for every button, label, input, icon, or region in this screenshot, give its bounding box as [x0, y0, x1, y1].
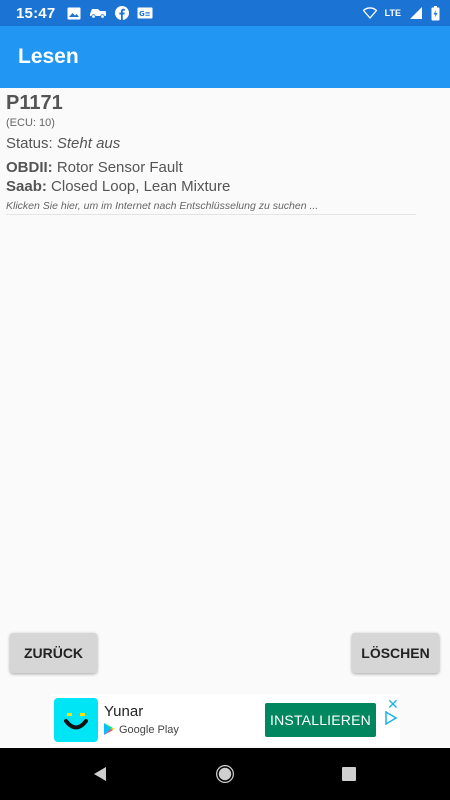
system-icons: LTE	[362, 5, 440, 21]
ad-banner[interactable]: Yunar Google Play INSTALLIEREN ✕	[50, 694, 400, 746]
brand-label: Saab:	[6, 178, 47, 195]
delete-button[interactable]: LÖSCHEN	[352, 633, 439, 673]
notification-icons: G≡	[67, 6, 153, 20]
status-value: Steht aus	[56, 135, 121, 152]
trouble-code: P1171	[6, 92, 63, 114]
svg-text:G≡: G≡	[139, 10, 151, 18]
ad-store: Google Play	[104, 722, 179, 738]
battery-icon	[431, 5, 440, 21]
facebook-icon	[115, 6, 130, 20]
ad-text: Yunar Google Play	[104, 703, 179, 738]
brand-value: Closed Loop, Lean Mixture	[51, 178, 231, 195]
brand-description: Saab: Closed Loop, Lean Mixture	[6, 177, 416, 196]
ecu-label: (ECU: 10)	[6, 117, 55, 129]
divider	[6, 214, 416, 215]
lte-icon: LTE	[384, 8, 401, 18]
google-play-icon	[104, 722, 115, 738]
ad-app-logo[interactable]	[54, 698, 98, 742]
trouble-code-entry[interactable]: P1171 (ECU: 10) Status: Steht aus OBDII:…	[6, 92, 416, 212]
status-bar: 15:47 G≡ LTE	[0, 0, 450, 26]
obd-value: Rotor Sensor Fault	[56, 159, 183, 176]
obd-label: OBDII:	[6, 159, 53, 176]
ad-store-name: Google Play	[119, 724, 179, 736]
back-button[interactable]: ZURÜCK	[10, 633, 97, 673]
app-bar: Lesen	[0, 26, 450, 88]
nav-home-icon[interactable]	[195, 748, 255, 800]
nav-recents-icon[interactable]	[319, 748, 379, 800]
ad-app-name: Yunar	[104, 702, 144, 720]
wifi-icon	[362, 7, 377, 19]
page-title: Lesen	[18, 45, 79, 68]
status-label: Status:	[6, 135, 53, 152]
news-icon: G≡	[137, 7, 153, 19]
car-icon	[89, 7, 107, 19]
nav-back-icon[interactable]	[70, 748, 130, 800]
obd-description: OBDII: Rotor Sensor Fault	[6, 158, 416, 177]
network-type-label: LTE	[384, 8, 401, 18]
signal-icon	[409, 6, 423, 20]
image-icon	[67, 7, 81, 20]
install-button[interactable]: INSTALLIEREN	[265, 703, 376, 737]
ad-close-icon[interactable]: ✕	[387, 697, 399, 711]
status-line: Status: Steht aus	[6, 135, 416, 152]
ad-choices-icon[interactable]	[384, 710, 398, 730]
status-time: 15:47	[16, 4, 56, 22]
search-hint-link[interactable]: Klicken Sie hier, um im Internet nach En…	[6, 200, 416, 212]
navigation-bar	[0, 748, 450, 800]
